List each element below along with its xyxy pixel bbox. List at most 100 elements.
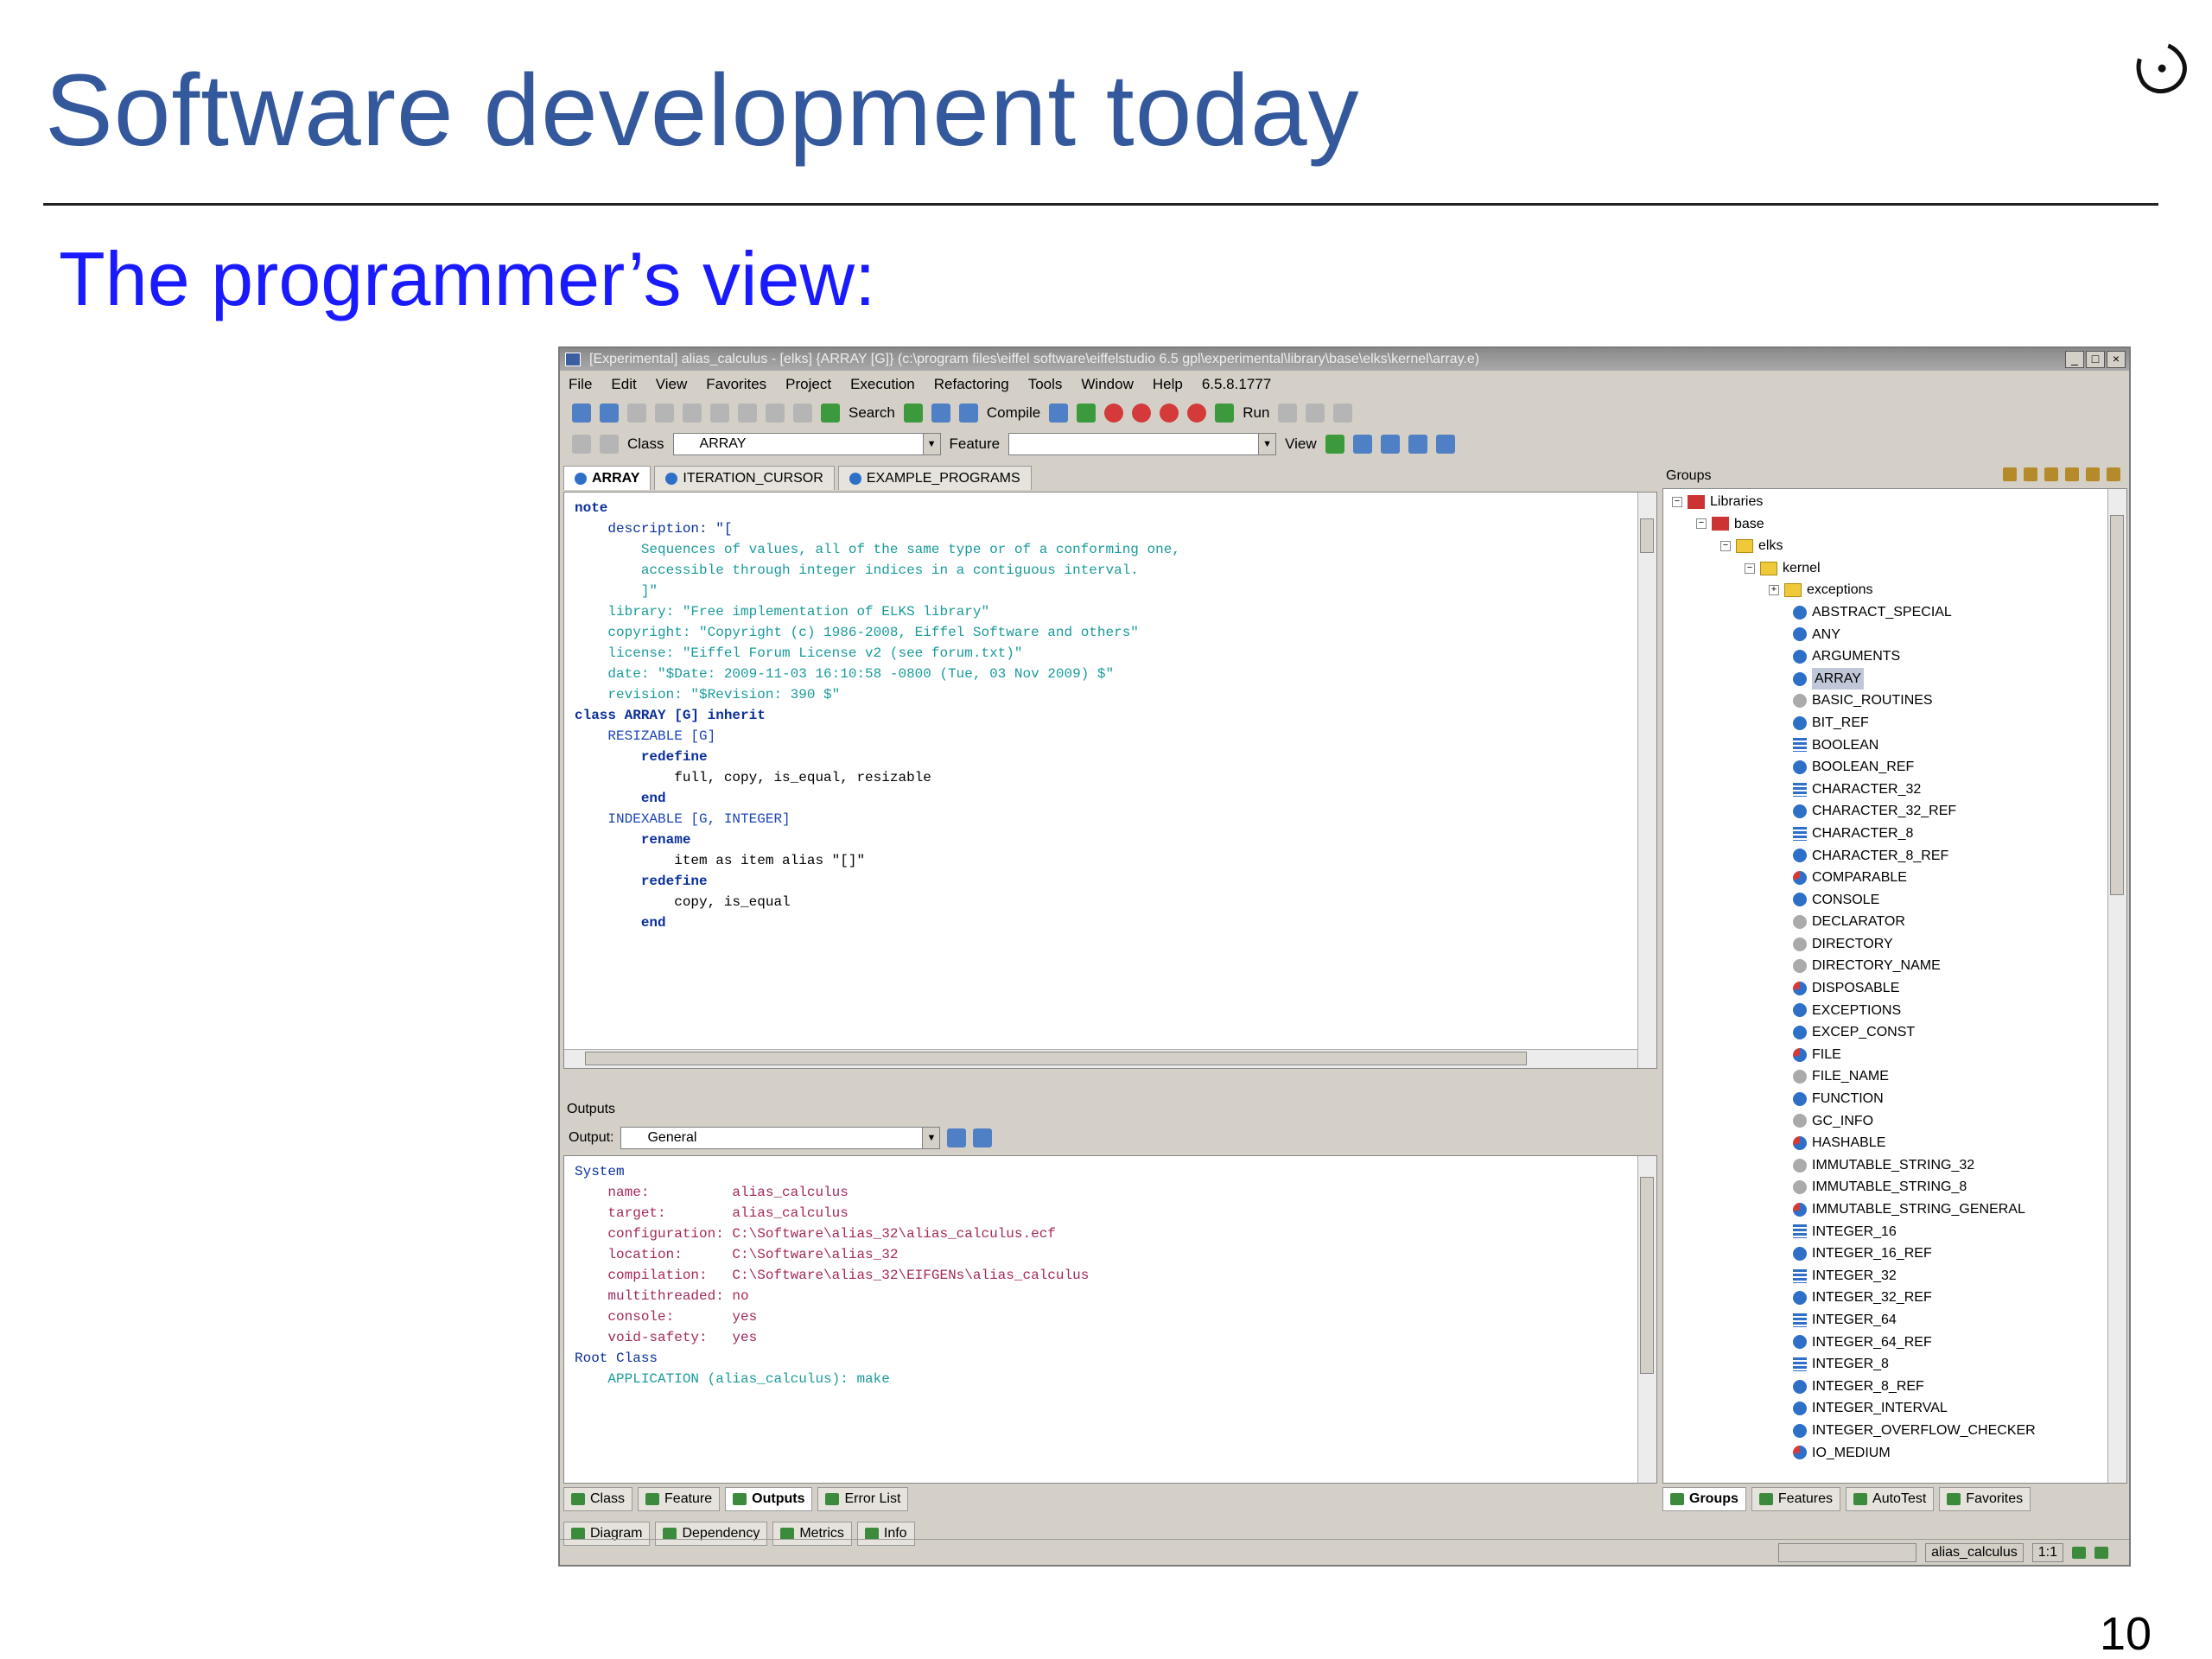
tree-item[interactable]: BOOLEAN_REF	[1672, 756, 2036, 779]
expand-toggle-icon[interactable]: −	[1672, 496, 1682, 507]
undo-icon[interactable]	[683, 404, 702, 423]
save-output-icon[interactable]	[947, 1128, 967, 1147]
window-titlebar[interactable]: [Experimental] alias_calculus - [elks] {…	[560, 348, 2129, 371]
expand-toggle-icon[interactable]: −	[1745, 563, 1755, 574]
tree-item[interactable]: − elks	[1672, 535, 2036, 557]
tab-groups[interactable]: Groups	[1662, 1487, 1746, 1511]
tree-item[interactable]: INTEGER_16	[1672, 1221, 2036, 1243]
back-icon[interactable]	[572, 435, 591, 454]
tree-item[interactable]: EXCEPTIONS	[1672, 1000, 2036, 1022]
tree-item[interactable]: BOOLEAN	[1672, 734, 2036, 757]
search-icon[interactable]	[821, 404, 840, 423]
output-select[interactable]: General ▼	[620, 1127, 941, 1149]
code-text[interactable]: note description: "[ Sequences of values…	[575, 498, 1180, 933]
tab-example-programs[interactable]: EXAMPLE_PROGRAMS	[837, 466, 1032, 490]
feature-combo[interactable]: ▼	[1008, 433, 1277, 455]
tree-item[interactable]: ARRAY	[1672, 667, 2036, 690]
menu-item-file[interactable]: File	[569, 372, 592, 397]
redo-icon[interactable]	[710, 404, 729, 423]
expand-toggle-icon[interactable]: +	[1769, 585, 1779, 596]
close-button[interactable]: ×	[2107, 351, 2126, 368]
open-icon[interactable]	[600, 404, 619, 423]
new-icon[interactable]	[572, 404, 591, 423]
menu-item-favorites[interactable]: Favorites	[706, 372, 766, 397]
tree-item[interactable]: INTEGER_32	[1672, 1265, 2036, 1287]
tree-item[interactable]: DIRECTORY_NAME	[1672, 955, 2036, 977]
tree-item[interactable]: CHARACTER_32	[1672, 779, 2036, 801]
tree-item[interactable]: INTEGER_64_REF	[1672, 1332, 2036, 1354]
pin-icon[interactable]	[2107, 467, 2120, 481]
search-button[interactable]: Search	[849, 404, 895, 422]
chevron-down-icon[interactable]: ▼	[922, 1128, 940, 1148]
text-view-icon[interactable]	[1325, 435, 1344, 454]
tree-item[interactable]: IO_MEDIUM	[1672, 1442, 2036, 1465]
save-all-icon[interactable]	[655, 404, 674, 423]
tab-feature[interactable]: Feature	[638, 1487, 721, 1511]
bug-icon[interactable]	[1132, 404, 1152, 423]
run-icon[interactable]	[1215, 404, 1235, 423]
library-icon[interactable]	[903, 404, 923, 423]
tab-features[interactable]: Features	[1751, 1487, 1841, 1511]
minimize-button[interactable]: _	[2065, 351, 2084, 368]
tree-item[interactable]: INTEGER_8_REF	[1672, 1376, 2036, 1398]
tree-item[interactable]: ARGUMENTS	[1672, 645, 2036, 668]
tree-item[interactable]: CONSOLE	[1672, 889, 2036, 912]
tree-item[interactable]: CHARACTER_32_REF	[1672, 800, 2036, 823]
breakpoint-icon[interactable]	[1160, 404, 1179, 423]
scroll-thumb[interactable]	[1640, 518, 1654, 553]
tree-item[interactable]: FILE_NAME	[1672, 1065, 2036, 1088]
step-icon[interactable]	[1278, 404, 1298, 423]
tree-item[interactable]: IMMUTABLE_STRING_32	[1672, 1154, 2036, 1177]
new-library-icon[interactable]	[2024, 467, 2037, 481]
tree-item[interactable]: DISPOSABLE	[1672, 977, 2036, 1000]
tree-item[interactable]: FUNCTION	[1672, 1088, 2036, 1110]
tree-item[interactable]: BASIC_ROUTINES	[1672, 690, 2036, 712]
tree-item[interactable]: COMPARABLE	[1672, 867, 2036, 889]
compile-button[interactable]: Compile	[987, 404, 1040, 422]
delete-icon[interactable]	[2065, 467, 2079, 481]
editor-vertical-scrollbar[interactable]	[1637, 493, 1656, 1068]
tree-item[interactable]: − kernel	[1672, 557, 2036, 580]
expand-toggle-icon[interactable]: −	[1696, 518, 1707, 530]
menu-item-view[interactable]: View	[656, 372, 688, 397]
compile-icon[interactable]	[958, 404, 978, 423]
outputs-vertical-scrollbar[interactable]	[1637, 1156, 1656, 1483]
scroll-thumb[interactable]	[585, 1052, 1527, 1065]
tab-error-list[interactable]: Error List	[817, 1487, 909, 1511]
code-editor[interactable]: note description: "[ Sequences of values…	[563, 492, 1657, 1069]
copy-icon[interactable]	[766, 404, 785, 423]
tab-array[interactable]: ARRAY	[563, 466, 652, 490]
tree-item[interactable]: IMMUTABLE_STRING_8	[1672, 1176, 2036, 1198]
run-button[interactable]: Run	[1243, 404, 1269, 422]
tree-item[interactable]: ANY	[1672, 624, 2036, 646]
menu-item-help[interactable]: Help	[1153, 372, 1183, 397]
step-out-icon[interactable]	[1333, 404, 1353, 423]
tree-item[interactable]: INTEGER_INTERVAL	[1672, 1397, 2036, 1420]
tree-item[interactable]: GC_INFO	[1672, 1110, 2036, 1133]
chevron-down-icon[interactable]: ▼	[922, 434, 940, 454]
tree-item[interactable]: HASHABLE	[1672, 1132, 2036, 1154]
tab-autotest[interactable]: AutoTest	[1846, 1487, 1935, 1511]
new-class-icon[interactable]	[2044, 467, 2058, 481]
menu-item-edit[interactable]: Edit	[611, 372, 636, 397]
tree-item[interactable]: + exceptions	[1672, 579, 2036, 601]
tree-item[interactable]: EXCEP_CONST	[1672, 1021, 2036, 1044]
forward-icon[interactable]	[600, 435, 619, 454]
flat-view-icon[interactable]	[1380, 435, 1400, 454]
groups-tree[interactable]: − Libraries − base − elks − kernel + exceptions AB…	[1662, 488, 2127, 1484]
menu-item-project[interactable]: Project	[785, 372, 831, 397]
tree-item[interactable]: INTEGER_16_REF	[1672, 1243, 2036, 1265]
scroll-thumb[interactable]	[1640, 1177, 1654, 1374]
window-icon[interactable]	[931, 404, 950, 423]
menu-item-execution[interactable]: Execution	[850, 372, 915, 397]
outputs-panel[interactable]: System name: alias_calculus target: alia…	[563, 1155, 1657, 1484]
save-icon[interactable]	[627, 404, 646, 423]
tree-item[interactable]: CHARACTER_8_REF	[1672, 845, 2036, 868]
tree-item[interactable]: CHARACTER_8	[1672, 823, 2036, 845]
chevron-down-icon[interactable]: ▼	[1258, 434, 1276, 454]
menu-item-tools[interactable]: Tools	[1028, 372, 1063, 397]
class-combo[interactable]: ARRAY ▼	[672, 433, 941, 455]
tree-item[interactable]: INTEGER_32_REF	[1672, 1287, 2036, 1309]
menu-item-6-5-8-1777[interactable]: 6.5.8.1777	[1202, 372, 1271, 397]
new-cluster-icon[interactable]	[2003, 467, 2017, 481]
